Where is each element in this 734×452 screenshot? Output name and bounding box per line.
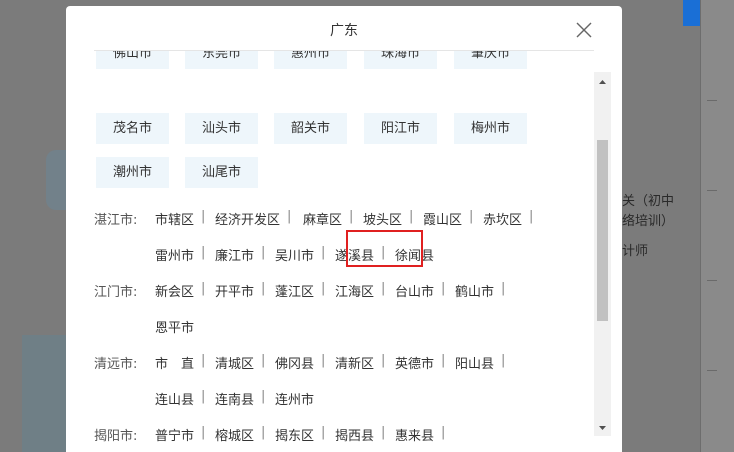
background-text-line: 计师 xyxy=(622,244,649,259)
district-link[interactable]: 清城区 xyxy=(215,353,254,372)
separator: | xyxy=(201,353,206,368)
district-link[interactable]: 坡头区 xyxy=(363,209,402,228)
district-link[interactable]: 雷州市 xyxy=(155,245,194,264)
district-link[interactable]: 揭西县 xyxy=(335,425,374,444)
separator: | xyxy=(381,353,386,368)
separator: | xyxy=(201,389,206,404)
district-link[interactable]: 市 直 xyxy=(155,353,194,372)
separator: | xyxy=(201,209,206,224)
region-label: 清远市: xyxy=(94,357,138,372)
city-list-scroll-area: 佛山市 东莞市 惠州市 珠海市 肇庆市 茂名市 汕头市 韶关市 阳江市 梅州市 … xyxy=(94,51,594,452)
separator: | xyxy=(287,209,292,224)
close-button[interactable] xyxy=(574,20,594,40)
district-link[interactable]: 吴川市 xyxy=(275,245,314,264)
background-blue-tab xyxy=(683,0,700,26)
city-chip[interactable]: 肇庆市 xyxy=(454,51,527,69)
city-chip[interactable]: 韶关市 xyxy=(274,113,347,144)
separator: | xyxy=(201,425,206,440)
scroll-up-button[interactable] xyxy=(594,74,611,88)
district-link[interactable]: 恩平市 xyxy=(155,317,194,336)
background-text-line: 络培训） xyxy=(622,214,675,229)
background-side-panel xyxy=(700,0,734,452)
district-link[interactable]: 佛冈县 xyxy=(275,353,314,372)
city-chip[interactable]: 阳江市 xyxy=(364,113,437,144)
separator: | xyxy=(469,209,474,224)
separator: | xyxy=(261,389,266,404)
separator: | xyxy=(381,281,386,296)
separator: | xyxy=(501,281,506,296)
separator: | xyxy=(529,209,534,224)
region-label: 湛江市: xyxy=(94,213,138,228)
separator: | xyxy=(201,245,206,260)
district-link[interactable]: 连山县 xyxy=(155,389,194,408)
district-link[interactable]: 阳山县 xyxy=(455,353,494,372)
separator: | xyxy=(441,281,446,296)
district-link[interactable]: 开平市 xyxy=(215,281,254,300)
dialog-title: 广东 xyxy=(330,23,358,39)
city-chip[interactable]: 茂名市 xyxy=(96,113,169,144)
caret-up-icon xyxy=(599,80,606,84)
separator: | xyxy=(381,245,386,260)
separator: | xyxy=(261,245,266,260)
separator: | xyxy=(381,425,386,440)
background-text-line: 关（初中 xyxy=(622,194,675,209)
separator: | xyxy=(261,425,266,440)
district-link[interactable]: 市辖区 xyxy=(155,209,194,228)
separator: | xyxy=(321,353,326,368)
district-link[interactable]: 惠来县 xyxy=(395,425,434,444)
city-chip[interactable]: 潮州市 xyxy=(96,157,169,188)
caret-down-icon xyxy=(599,426,606,430)
vertical-scrollbar[interactable] xyxy=(594,72,611,436)
separator: | xyxy=(321,281,326,296)
district-link[interactable]: 连南县 xyxy=(215,389,254,408)
city-chip[interactable]: 东莞市 xyxy=(185,51,258,69)
city-chip[interactable]: 梅州市 xyxy=(454,113,527,144)
region-label: 揭阳市: xyxy=(94,429,138,444)
separator: | xyxy=(501,353,506,368)
district-link[interactable]: 连州市 xyxy=(275,389,314,408)
separator: | xyxy=(321,245,326,260)
separator: | xyxy=(321,425,326,440)
district-link[interactable]: 新会区 xyxy=(155,281,194,300)
city-chip[interactable]: 珠海市 xyxy=(364,51,437,69)
city-chip[interactable]: 佛山市 xyxy=(96,51,169,69)
separator: | xyxy=(349,209,354,224)
district-link[interactable]: 蓬江区 xyxy=(275,281,314,300)
separator: | xyxy=(441,425,446,440)
province-city-dialog: 广东 佛山市 东莞市 惠州市 珠海市 肇庆市 茂名市 汕头市 韶关市 阳江市 梅… xyxy=(66,6,622,452)
background-map-fragment xyxy=(46,150,66,210)
district-link[interactable]: 鹤山市 xyxy=(455,281,494,300)
separator: | xyxy=(409,209,414,224)
district-link[interactable]: 霞山区 xyxy=(423,209,462,228)
scroll-thumb[interactable] xyxy=(597,140,608,321)
city-chip[interactable]: 汕尾市 xyxy=(185,157,258,188)
district-link[interactable]: 麻章区 xyxy=(303,209,342,228)
district-link[interactable]: 江海区 xyxy=(335,281,374,300)
separator: | xyxy=(261,281,266,296)
district-link[interactable]: 清新区 xyxy=(335,353,374,372)
separator: | xyxy=(201,281,206,296)
scroll-down-button[interactable] xyxy=(594,420,611,434)
close-icon xyxy=(576,22,592,38)
district-link[interactable]: 榕城区 xyxy=(215,425,254,444)
district-link[interactable]: 徐闻县 xyxy=(395,245,434,264)
district-link[interactable]: 经济开发区 xyxy=(215,209,280,228)
district-link[interactable]: 廉江市 xyxy=(215,245,254,264)
district-link[interactable]: 英德市 xyxy=(395,353,434,372)
district-link-highlighted[interactable]: 遂溪县 xyxy=(335,245,374,264)
separator: | xyxy=(261,353,266,368)
city-chip[interactable]: 惠州市 xyxy=(274,51,347,69)
district-link[interactable]: 普宁市 xyxy=(155,425,194,444)
region-label: 江门市: xyxy=(94,285,138,300)
separator: | xyxy=(441,353,446,368)
background-map-image xyxy=(22,335,66,452)
district-link[interactable]: 台山市 xyxy=(395,281,434,300)
city-chip[interactable]: 汕头市 xyxy=(185,113,258,144)
district-link[interactable]: 赤坎区 xyxy=(483,209,522,228)
district-link[interactable]: 揭东区 xyxy=(275,425,314,444)
